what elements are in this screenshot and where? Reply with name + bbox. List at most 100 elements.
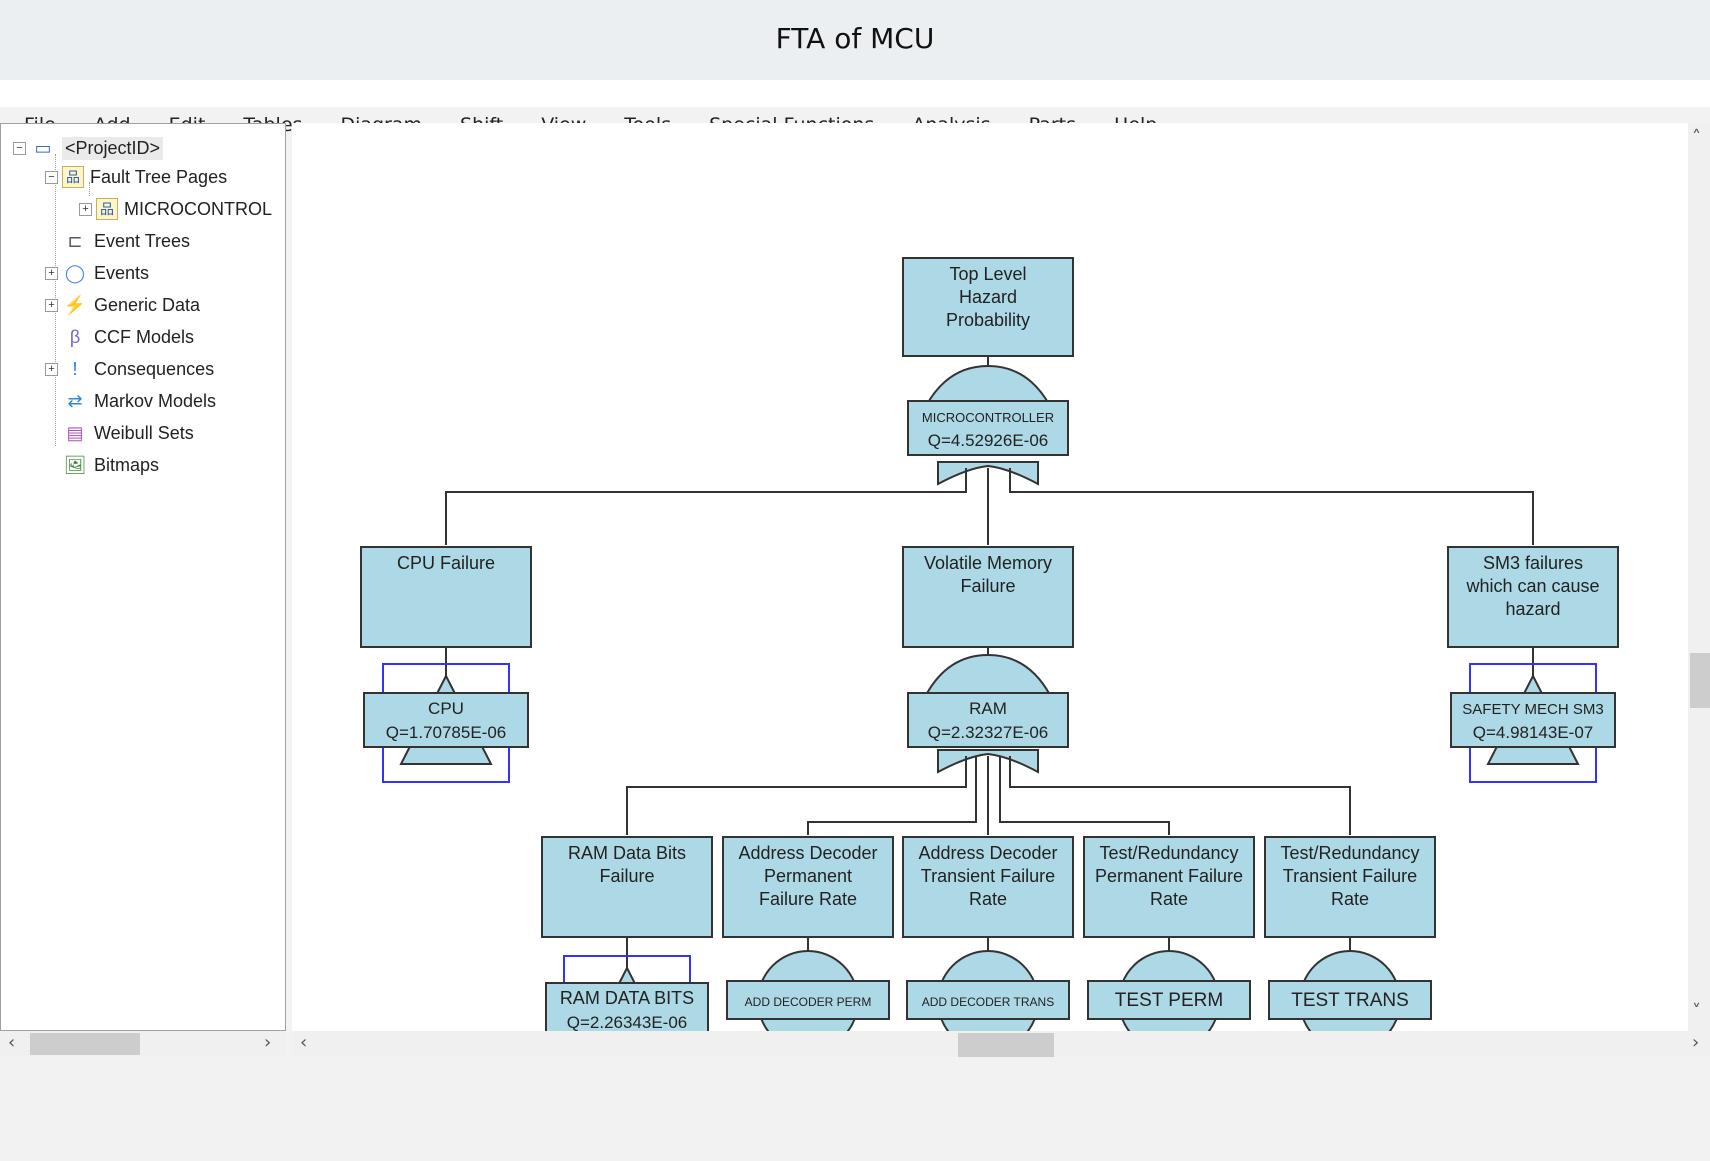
node-add-decoder-trans[interactable]: Address Decoder Transient Failure Rate <box>902 836 1074 938</box>
node-test-perm[interactable]: Test/Redundancy Permanent Failure Rate <box>1083 836 1255 938</box>
probability-value: Q=4.98143E-07 <box>1473 723 1594 742</box>
event-name: RAM DATA BITS <box>560 988 694 1008</box>
tree-item-bitmaps[interactable]: 🖼 Bitmaps <box>45 451 159 479</box>
tree-item-event-trees[interactable]: ⊏ Event Trees <box>45 227 190 255</box>
consequences-icon: ! <box>72 358 78 379</box>
connector-line <box>445 468 967 545</box>
event-name: TEST PERM <box>1115 990 1223 1011</box>
tree-item-label: Weibull Sets <box>94 422 194 443</box>
tree-item-weibull-sets[interactable]: ▤ Weibull Sets <box>45 419 194 447</box>
description-text: Failure Rate <box>759 889 857 909</box>
probability-value: Q=1.70785E-06 <box>386 723 507 742</box>
probability-value: Q=2.32327E-06 <box>928 723 1049 742</box>
canvas-horizontal-scrollbar[interactable]: ‹ › <box>292 1031 1710 1057</box>
or-gate-icon <box>924 653 1052 696</box>
description-text: Permanent <box>764 866 852 886</box>
event-name: RAM <box>969 699 1007 718</box>
node-cpu[interactable]: CPU Failure <box>360 546 532 648</box>
tree-item-events[interactable]: + ◯ Events <box>45 259 149 287</box>
scroll-right-icon[interactable]: › <box>264 1032 271 1053</box>
tree-item-label: Events <box>94 262 150 283</box>
description-text: Test/Redundancy <box>1099 843 1238 863</box>
event-label[interactable]: MICROCONTROLLER Q=4.52926E-06 <box>907 400 1069 456</box>
tree-item-label: Fault Tree Pages <box>90 166 228 187</box>
fault-tree-icon: 品 <box>96 198 118 220</box>
probability-value: Q=4.52926E-06 <box>928 431 1049 450</box>
description-text: Permanent Failure <box>1095 866 1243 886</box>
event-label[interactable]: CPU Q=1.70785E-06 <box>363 692 529 748</box>
connector-line <box>1009 468 1534 545</box>
scroll-thumb[interactable] <box>958 1033 1054 1057</box>
scroll-left-icon[interactable]: ‹ <box>300 1032 307 1053</box>
description-text: CPU Failure <box>397 553 495 573</box>
scroll-left-icon[interactable]: ‹ <box>8 1032 15 1053</box>
probability-value: Q=2.26343E-06 <box>567 1013 688 1031</box>
connector-line <box>626 756 967 835</box>
tree-item-microcontrol[interactable]: + 品 MICROCONTROL <box>79 195 272 223</box>
description-text: Volatile Memory <box>924 553 1052 573</box>
fault-tree-diagram: Top Level Hazard Probability MICROCONTROLLE… <box>360 257 1619 1031</box>
node-top-level[interactable]: Top Level Hazard Probability <box>902 257 1074 357</box>
description-text: Transient Failure <box>1283 866 1417 886</box>
tree-item-label: Consequences <box>94 358 215 379</box>
window-title: FTA of MCU <box>775 22 935 55</box>
canvas-vertical-scrollbar[interactable]: ˄ ˅ <box>1688 123 1710 1031</box>
description-text: Rate <box>1331 889 1369 909</box>
event-label[interactable]: ADD DECODER TRANS <box>906 980 1070 1020</box>
tree-item-label: Markov Models <box>94 390 217 411</box>
description-text: Top Level <box>949 264 1026 284</box>
expand-icon[interactable]: + <box>45 362 58 376</box>
window-title-bar: FTA of MCU <box>0 0 1710 80</box>
scroll-down-icon[interactable]: ˅ <box>1692 1001 1701 1022</box>
event-label[interactable]: RAM DATA BITS Q=2.26343E-06 <box>545 982 709 1031</box>
node-ram-data-bits[interactable]: RAM Data Bits Failure <box>541 836 713 938</box>
event-label[interactable]: TEST PERM <box>1087 980 1251 1020</box>
description-text: SM3 failures <box>1483 553 1583 573</box>
event-label[interactable]: TEST TRANS <box>1268 980 1432 1020</box>
description-text: Probability <box>946 310 1030 330</box>
event-name: ADD DECODER PERM <box>745 995 872 1009</box>
tree-horizontal-scrollbar[interactable]: ‹ › <box>0 1031 286 1057</box>
expand-icon[interactable]: + <box>45 266 58 280</box>
scroll-right-icon[interactable]: › <box>1692 1032 1699 1053</box>
generic-data-icon: ⚡ <box>63 294 87 315</box>
node-add-decoder-perm[interactable]: Address Decoder Permanent Failure Rate <box>722 836 894 938</box>
event-label[interactable]: ADD DECODER PERM <box>726 980 890 1020</box>
tree-item-generic-data[interactable]: + ⚡ Generic Data <box>45 291 200 319</box>
event-name: TEST TRANS <box>1291 990 1409 1011</box>
event-name: CPU <box>428 699 464 718</box>
expand-icon[interactable]: + <box>79 202 92 216</box>
project-tree-panel: − ▭ <ProjectID> − 品 Fault Tree Pages + 品 MICROCO… <box>0 123 286 1031</box>
collapse-icon[interactable]: − <box>13 141 26 155</box>
tree-item-markov-models[interactable]: ⇄ Markov Models <box>45 387 216 415</box>
diagram-canvas[interactable]: Top Level Hazard Probability MICROCONTROLLE… <box>292 123 1688 1031</box>
description-text: Rate <box>969 889 1007 909</box>
tree-item-project[interactable]: − ▭ <ProjectID> <box>13 134 164 162</box>
description-text: Address Decoder <box>738 843 877 863</box>
scroll-thumb[interactable] <box>1690 653 1710 708</box>
event-name: MICROCONTROLLER <box>922 410 1054 425</box>
node-safety-mech-sm3[interactable]: SM3 failures which can cause hazard <box>1447 546 1619 648</box>
fault-tree-icon: 品 <box>62 166 84 188</box>
description-text: Failure <box>599 866 654 886</box>
bitmaps-icon: 🖼 <box>63 454 87 475</box>
event-label[interactable]: RAM Q=2.32327E-06 <box>907 692 1069 748</box>
node-ram[interactable]: Volatile Memory Failure <box>902 546 1074 648</box>
markov-models-icon: ⇄ <box>67 390 83 411</box>
scroll-thumb[interactable] <box>30 1033 140 1055</box>
expand-icon[interactable]: + <box>45 298 58 312</box>
connector-line <box>999 756 1170 835</box>
collapse-icon[interactable]: − <box>45 170 58 184</box>
node-test-trans[interactable]: Test/Redundancy Transient Failure Rate <box>1264 836 1436 938</box>
tree-item-fault-tree-pages[interactable]: − 品 Fault Tree Pages <box>45 163 227 191</box>
description-text: RAM Data Bits <box>568 843 686 863</box>
description-text: Test/Redundancy <box>1280 843 1419 863</box>
scroll-up-icon[interactable]: ˄ <box>1692 127 1701 148</box>
event-name: SAFETY MECH SM3 <box>1462 701 1603 718</box>
tree-item-ccf-models[interactable]: β CCF Models <box>45 323 194 351</box>
event-label[interactable]: SAFETY MECH SM3 Q=4.98143E-07 <box>1450 692 1616 748</box>
tree-item-consequences[interactable]: +! Consequences <box>45 355 214 383</box>
description-text: Failure <box>960 576 1015 596</box>
tree-item-label: MICROCONTROL <box>124 198 272 219</box>
event-trees-icon: ⊏ <box>67 230 83 251</box>
